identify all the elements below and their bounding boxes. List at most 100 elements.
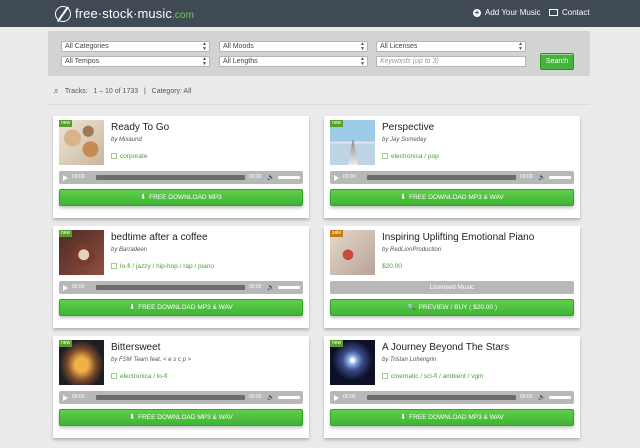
- track-card: new bedtime after a coffee by Barradeen …: [53, 226, 309, 328]
- track-card: new A Journey Beyond The Stars by Trista…: [324, 336, 580, 438]
- play-icon[interactable]: [63, 395, 68, 401]
- track-artist[interactable]: by Jay Someday: [382, 137, 426, 143]
- progress-bar[interactable]: [367, 395, 516, 400]
- track-tags-text: electronica / pop: [391, 153, 439, 160]
- plus-circle-icon: +: [473, 7, 481, 17]
- download-button[interactable]: ⬇ FREE DOWNLOAD MP3: [59, 189, 303, 206]
- play-icon[interactable]: [334, 395, 339, 401]
- track-tags[interactable]: electronica / pop: [382, 153, 439, 160]
- track-tags[interactable]: electronica / lo-fi: [111, 373, 167, 380]
- download-button[interactable]: ⬇ FREE DOWNLOAD MP3 & WAV: [330, 409, 574, 426]
- preview-buy-button[interactable]: 🔍 PREVIEW / BUY ( $20.00 ): [330, 299, 574, 316]
- current-time: 00:00: [72, 174, 85, 180]
- contact-label: Contact: [562, 8, 590, 17]
- filter-panel: [48, 31, 590, 76]
- track-card: sale Inspiring Uplifting Emotional Piano…: [324, 226, 580, 328]
- progress-bar[interactable]: [96, 285, 245, 290]
- new-badge: new: [330, 340, 344, 347]
- track-artist[interactable]: by Mixaund: [111, 137, 142, 143]
- volume-slider[interactable]: [549, 396, 571, 399]
- track-artist[interactable]: by FSM Team feat. < e s c p >: [111, 357, 191, 363]
- track-thumbnail[interactable]: new: [59, 230, 104, 275]
- play-icon[interactable]: [63, 285, 68, 291]
- progress-bar[interactable]: [367, 175, 516, 180]
- add-your-music-link[interactable]: + Add Your Music: [473, 8, 541, 17]
- keywords-input[interactable]: Keywords (up to 3): [376, 56, 526, 67]
- track-title[interactable]: Bittersweet: [111, 342, 160, 353]
- volume-icon[interactable]: 🔈: [267, 174, 274, 181]
- current-time: 00:00: [72, 394, 85, 400]
- track-thumbnail[interactable]: new: [59, 120, 104, 165]
- volume-icon[interactable]: 🔈: [267, 284, 274, 291]
- download-button[interactable]: ⬇ FREE DOWNLOAD MP3 & WAV: [330, 189, 574, 206]
- track-title[interactable]: bedtime after a coffee: [111, 232, 208, 243]
- download-button-label: FREE DOWNLOAD MP3 & WAV: [409, 414, 504, 421]
- current-time: 00:00: [343, 174, 356, 180]
- track-thumbnail[interactable]: sale: [330, 230, 375, 275]
- tag-icon: [111, 263, 117, 269]
- track-artist[interactable]: by Tristan Lohengrin: [382, 357, 436, 363]
- volume-slider[interactable]: [278, 286, 300, 289]
- track-price: $20.00: [382, 263, 402, 270]
- progress-bar[interactable]: [96, 175, 245, 180]
- track-artist[interactable]: by Barradeen: [111, 247, 147, 253]
- play-icon[interactable]: [63, 175, 68, 181]
- select-arrows-icon: ▲ ▼: [202, 56, 207, 67]
- track-card: new Bittersweet by FSM Team feat. < e s …: [53, 336, 309, 438]
- track-tags[interactable]: corporate: [111, 153, 147, 160]
- new-badge: new: [59, 340, 73, 347]
- volume-slider[interactable]: [278, 396, 300, 399]
- track-tags[interactable]: lo-fi / jazzy / hip-hop / rap / piano: [111, 263, 214, 270]
- track-artist[interactable]: by RedLionProduction: [382, 247, 441, 253]
- tracks-label: Tracks:: [64, 88, 88, 95]
- track-tags-text: lo-fi / jazzy / hip-hop / rap / piano: [120, 263, 214, 270]
- categories-select[interactable]: All Categories ▲ ▼: [61, 41, 210, 52]
- track-thumbnail[interactable]: new: [330, 120, 375, 165]
- audio-player: 00:00 00:00 🔈: [59, 171, 303, 184]
- duration: 00:00: [249, 284, 262, 290]
- progress-bar[interactable]: [96, 395, 245, 400]
- volume-icon[interactable]: 🔈: [267, 394, 274, 401]
- sale-badge: sale: [330, 230, 344, 237]
- select-arrows-icon: ▲ ▼: [360, 56, 365, 67]
- volume-icon[interactable]: 🔈: [538, 174, 545, 181]
- site-logo[interactable]: free·stock·music.com: [55, 4, 194, 23]
- volume-icon[interactable]: 🔈: [538, 394, 545, 401]
- search-button[interactable]: Search: [540, 53, 574, 70]
- add-music-label: Add Your Music: [485, 8, 541, 17]
- audio-player: 00:00 00:00 🔈: [330, 171, 574, 184]
- lengths-select-value: All Lengths: [223, 58, 258, 65]
- moods-select[interactable]: All Moods ▲ ▼: [219, 41, 368, 52]
- licenses-select[interactable]: All Licenses ▲ ▼: [376, 41, 526, 52]
- licenses-select-value: All Licenses: [380, 43, 418, 50]
- tempos-select[interactable]: All Tempos ▲ ▼: [61, 56, 210, 67]
- categories-select-value: All Categories: [65, 43, 109, 50]
- play-icon[interactable]: [334, 175, 339, 181]
- new-badge: new: [59, 120, 73, 127]
- track-title[interactable]: Ready To Go: [111, 122, 169, 133]
- download-button-label: FREE DOWNLOAD MP3 & WAV: [138, 414, 233, 421]
- track-title[interactable]: Inspiring Uplifting Emotional Piano: [382, 232, 534, 243]
- track-tags[interactable]: cinematic / sci-fi / ambient / vgm: [382, 373, 483, 380]
- contact-link[interactable]: Contact: [549, 8, 590, 17]
- moods-select-value: All Moods: [223, 43, 254, 50]
- current-time: 00:00: [343, 394, 356, 400]
- volume-slider[interactable]: [278, 176, 300, 179]
- track-thumbnail[interactable]: new: [330, 340, 375, 385]
- track-tags-text: electronica / lo-fi: [120, 373, 168, 380]
- track-title[interactable]: A Journey Beyond The Stars: [382, 342, 509, 353]
- download-button[interactable]: ⬇ FREE DOWNLOAD MP3 & WAV: [59, 299, 303, 316]
- current-time: 00:00: [72, 284, 85, 290]
- duration: 00:00: [249, 174, 262, 180]
- select-arrows-icon: ▲ ▼: [360, 41, 365, 52]
- duration: 00:00: [520, 394, 533, 400]
- download-button-label: FREE DOWNLOAD MP3 & WAV: [138, 304, 233, 311]
- download-button-label: FREE DOWNLOAD MP3: [149, 194, 222, 201]
- volume-slider[interactable]: [549, 176, 571, 179]
- select-arrows-icon: ▲ ▼: [518, 41, 523, 52]
- lengths-select[interactable]: All Lengths ▲ ▼: [219, 56, 368, 67]
- track-title[interactable]: Perspective: [382, 122, 434, 133]
- download-button[interactable]: ⬇ FREE DOWNLOAD MP3 & WAV: [59, 409, 303, 426]
- track-thumbnail[interactable]: new: [59, 340, 104, 385]
- music-note-icon: ♬: [53, 88, 60, 95]
